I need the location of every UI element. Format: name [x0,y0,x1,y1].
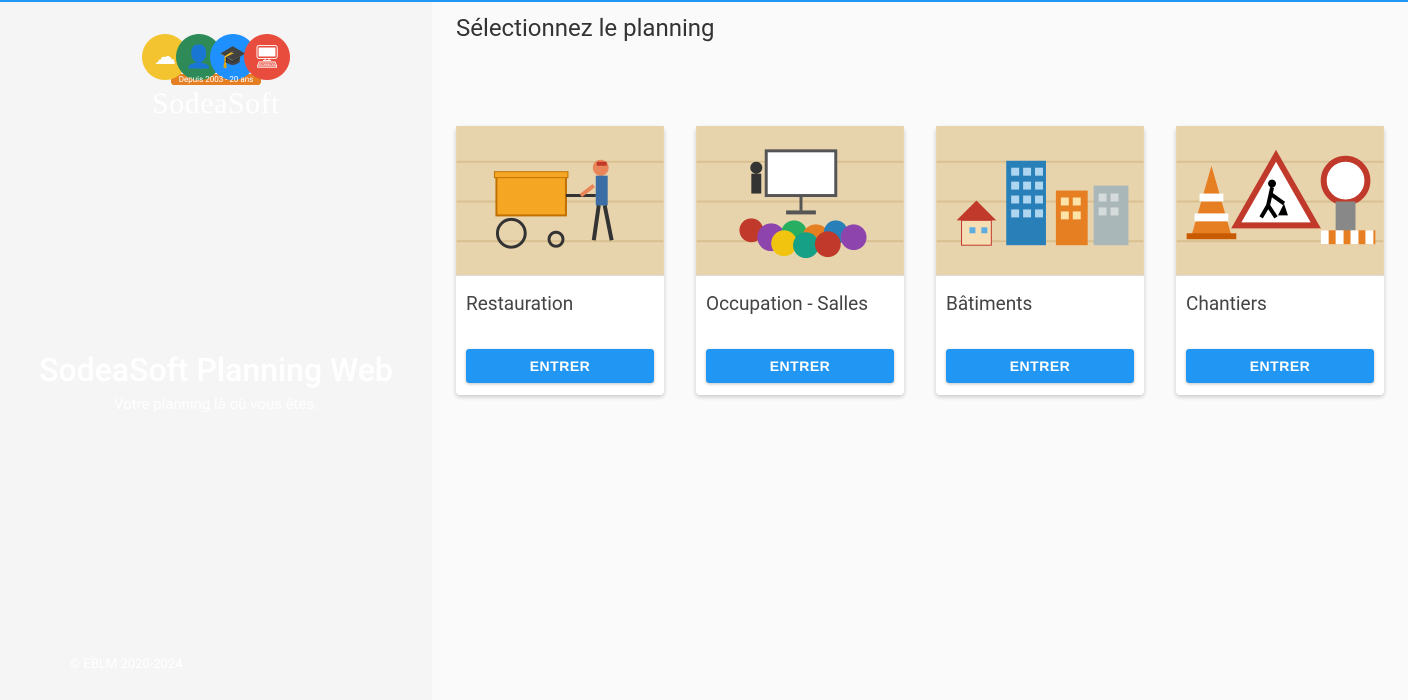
card-title: Occupation - Salles [706,292,894,315]
card-title: Chantiers [1186,292,1374,315]
card-image-batiments [936,126,1144,276]
card-chantiers: Chantiers ENTRER [1176,126,1384,395]
enter-button-restauration[interactable]: ENTRER [466,349,654,383]
card-image-chantiers [1176,126,1384,276]
enter-button-chantiers[interactable]: ENTRER [1186,349,1374,383]
card-image-restauration [456,126,664,276]
logo-circles: ☁ 👤 🎓 🖥 [142,34,290,80]
meeting-room-icon [696,126,904,275]
brand-logo: ☁ 👤 🎓 🖥 Depuis 2003 - 20 ans SodeaSoft [142,34,290,121]
hero: SodeaSoft Planning Web Votre planning là… [19,351,413,413]
construction-icon [1176,126,1384,275]
page-title: Sélectionnez le planning [456,14,1384,42]
enter-button-salles[interactable]: ENTRER [706,349,894,383]
card-title: Bâtiments [946,292,1134,315]
brand-name: SodeaSoft [142,87,290,121]
card-restauration: Restauration ENTRER [456,126,664,395]
card-batiments: Bâtiments ENTRER [936,126,1144,395]
card-occupation-salles: Occupation - Salles ENTRER [696,126,904,395]
hero-subtitle: Votre planning là où vous êtes. [39,395,393,413]
planning-cards: Restauration ENTRER [456,126,1384,395]
buildings-icon [936,126,1144,275]
logo-circle-4-icon: 🖥 [244,34,290,80]
main: Sélectionnez le planning [432,0,1408,700]
enter-button-batiments[interactable]: ENTRER [946,349,1134,383]
food-cart-icon [456,126,664,275]
copyright: © EBLM 2020-2024 [70,657,183,672]
card-image-salles [696,126,904,276]
logo-badge: Depuis 2003 - 20 ans [171,74,261,85]
sidebar: ☁ 👤 🎓 🖥 Depuis 2003 - 20 ans SodeaSoft S… [0,0,432,700]
hero-title: SodeaSoft Planning Web [39,351,393,389]
card-title: Restauration [466,292,654,315]
sidebar-footer: © EBLM 2020-2024 [0,657,432,672]
